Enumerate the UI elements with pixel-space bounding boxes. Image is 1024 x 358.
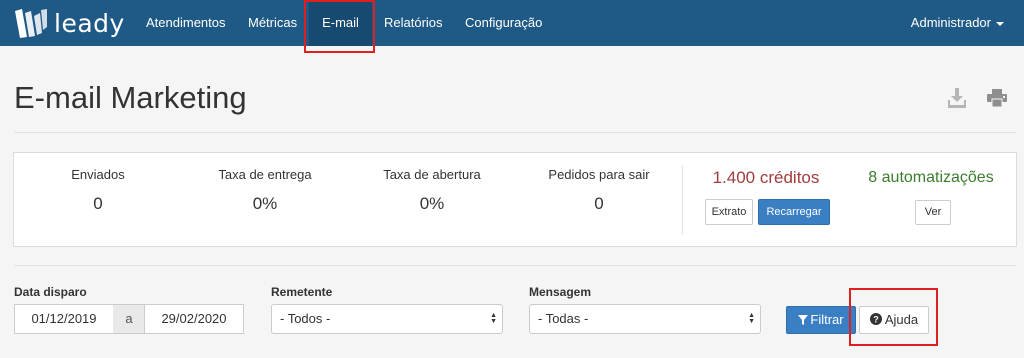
stats-panel: Enviados 0 Taxa de entrega 0% Taxa de ab… xyxy=(13,152,1017,247)
nav-item-relatorios[interactable]: Relatórios xyxy=(384,0,443,46)
stat-value: 0 xyxy=(93,194,103,213)
download-icon[interactable] xyxy=(948,88,966,113)
stat-label: Taxa de abertura xyxy=(383,167,481,182)
stat-value: 0 xyxy=(594,194,604,213)
message-filter-label: Mensagem xyxy=(529,285,592,299)
stat-pedidos-sair: Pedidos para sair 0 xyxy=(509,167,689,214)
filter-icon xyxy=(798,315,809,325)
stat-label: Taxa de entrega xyxy=(218,167,312,182)
credits-amount: 1.400 créditos xyxy=(712,168,820,187)
nav-item-atendimentos[interactable]: Atendimentos xyxy=(146,0,226,46)
stat-taxa-abertura: Taxa de abertura 0% xyxy=(342,167,522,214)
date-to-input[interactable]: 29/02/2020 xyxy=(144,304,244,334)
stat-enviados: Enviados 0 xyxy=(8,167,188,214)
stat-taxa-entrega: Taxa de entrega 0% xyxy=(175,167,355,214)
stat-value: 0% xyxy=(419,194,445,213)
brand-name: leady xyxy=(54,8,125,38)
user-menu[interactable]: Administrador xyxy=(911,0,1004,46)
caret-down-icon xyxy=(996,21,1004,26)
title-divider xyxy=(14,132,1016,133)
extrato-button[interactable]: Extrato xyxy=(705,199,753,225)
nav-item-metricas[interactable]: Métricas xyxy=(248,0,297,46)
sender-select-value: - Todos - xyxy=(280,311,331,326)
automations-count: 8 automatizações xyxy=(868,169,994,186)
user-menu-label: Administrador xyxy=(910,15,991,30)
filter-button[interactable]: Filtrar xyxy=(786,306,856,334)
nav-item-configuracao[interactable]: Configuração xyxy=(465,0,542,46)
recarregar-button[interactable]: Recarregar xyxy=(758,199,830,225)
select-arrows-icon: ▲ ▼ xyxy=(490,312,497,325)
top-navbar: leady Atendimentos Métricas E-mail Relat… xyxy=(0,0,1024,46)
page-title: E-mail Marketing xyxy=(14,80,247,115)
filters-divider xyxy=(14,265,1016,266)
date-range-separator: a xyxy=(113,304,145,334)
panel-divider xyxy=(682,165,683,235)
highlight-email-tab xyxy=(304,0,375,53)
filter-button-label: Filtrar xyxy=(810,312,844,327)
brand-logo[interactable]: leady xyxy=(14,6,125,40)
highlight-help-button xyxy=(849,288,938,346)
print-icon[interactable] xyxy=(987,89,1007,112)
sender-select[interactable]: - Todos - ▲ ▼ xyxy=(271,304,503,334)
leady-logo-icon xyxy=(15,9,47,38)
message-select-value: - Todas - xyxy=(538,311,589,326)
message-select[interactable]: - Todas - ▲ ▼ xyxy=(529,304,761,334)
ver-button[interactable]: Ver xyxy=(915,200,951,225)
stat-value: 0% xyxy=(252,194,278,213)
sender-filter-label: Remetente xyxy=(271,285,333,299)
date-filter-label: Data disparo xyxy=(14,285,87,299)
select-arrows-icon: ▲ ▼ xyxy=(748,312,755,325)
date-from-input[interactable]: 01/12/2019 xyxy=(14,304,114,334)
stat-label: Pedidos para sair xyxy=(548,167,650,182)
stat-label: Enviados xyxy=(71,167,125,182)
